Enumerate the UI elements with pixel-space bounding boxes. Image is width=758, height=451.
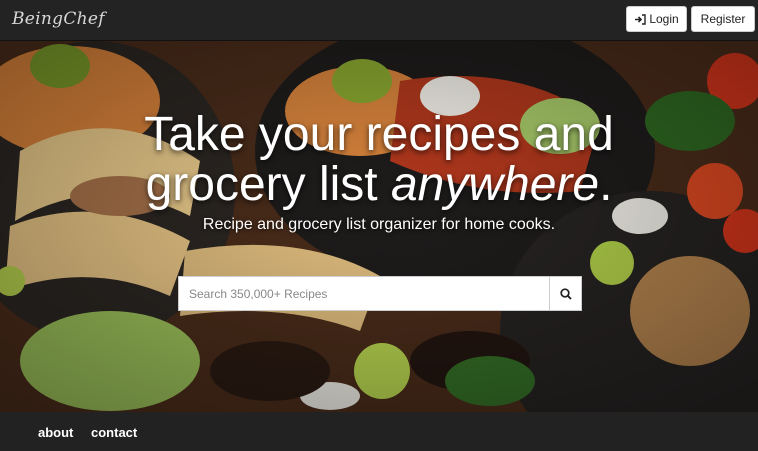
hero-title-line2: grocery list anywhere. <box>0 160 758 210</box>
search-input[interactable] <box>179 277 549 310</box>
hero-title-emphasis: anywhere <box>390 158 600 211</box>
hero-title-suffix: . <box>599 158 613 211</box>
login-button[interactable]: Login <box>626 6 687 32</box>
footer-nav: about contact <box>0 412 758 451</box>
top-navbar: BeingChef Login Register <box>0 0 758 41</box>
footer-link-contact[interactable]: contact <box>91 425 137 440</box>
search-bar <box>178 276 582 311</box>
login-label: Login <box>649 12 679 26</box>
brand-logo[interactable]: BeingChef <box>12 9 105 29</box>
footer-link-about[interactable]: about <box>38 425 73 440</box>
search-button[interactable] <box>549 277 581 310</box>
hero-banner: Take your recipes and grocery list anywh… <box>0 41 758 412</box>
search-icon <box>559 287 572 300</box>
login-icon <box>634 13 647 25</box>
hero-title-line1: Take your recipes and <box>144 108 614 161</box>
hero-title-prefix: grocery list <box>145 158 391 211</box>
hero-subtitle: Recipe and grocery list organizer for ho… <box>202 216 556 233</box>
register-button[interactable]: Register <box>691 6 755 32</box>
